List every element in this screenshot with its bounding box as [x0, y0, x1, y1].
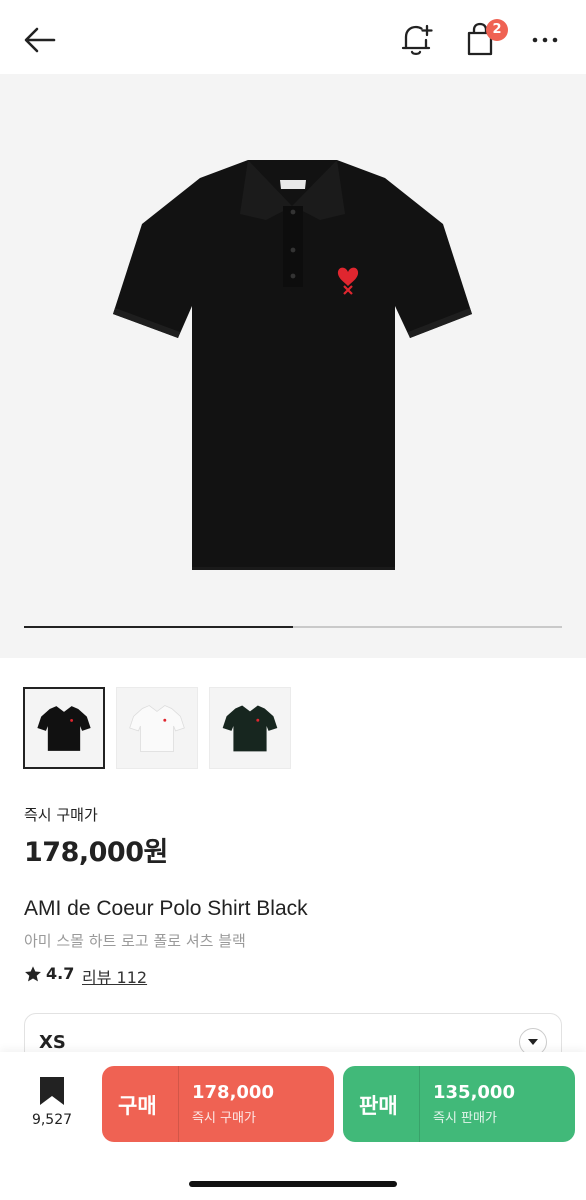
selected-size: XS [39, 1032, 66, 1053]
sell-sub-label: 즉시 판매가 [433, 1111, 497, 1126]
product-image-carousel[interactable] [0, 74, 586, 658]
more-button[interactable] [528, 24, 562, 56]
sell-button[interactable]: 판매 135,000 즉시 판매가 [343, 1066, 575, 1142]
product-name-korean: 아미 스몰 하트 로고 폴로 셔츠 블랙 [24, 932, 246, 950]
buy-divider [178, 1066, 179, 1142]
sell-divider [419, 1066, 420, 1142]
gallery-progress-fill [24, 626, 293, 628]
dark-green-polo-thumbnail[interactable] [209, 687, 291, 769]
star-icon [25, 965, 41, 981]
buy-amount: 178,000 [192, 1082, 274, 1103]
black-polo-shirt-image [113, 160, 472, 570]
rating-value: 4.7 [46, 964, 75, 983]
cart-count-badge: 2 [486, 19, 508, 41]
product-name: AMI de Coeur Polo Shirt Black [24, 897, 308, 920]
product-rating: 4.7 [24, 964, 74, 983]
price-label: 즉시 구매가 [24, 806, 98, 824]
polo-thumbnail-image [222, 705, 278, 752]
sell-amount: 135,000 [433, 1082, 515, 1103]
gallery-progress [24, 626, 562, 628]
bookmark-icon [40, 1077, 64, 1105]
back-button[interactable] [22, 22, 58, 58]
home-indicator [189, 1181, 397, 1187]
buy-sub-label: 즉시 구매가 [192, 1111, 256, 1126]
wishlist-button[interactable]: 9,527 [22, 1075, 82, 1135]
bell-plus-icon [401, 24, 433, 56]
product-price: 178,000원 [24, 837, 168, 868]
buy-label: 구매 [118, 1094, 157, 1118]
top-bar: 2 [0, 0, 586, 74]
more-horizontal-icon [532, 37, 558, 43]
polo-thumbnail-image [129, 705, 185, 752]
sell-label: 판매 [359, 1094, 398, 1118]
wishlist-count: 9,527 [31, 1112, 73, 1128]
white-polo-thumbnail[interactable] [116, 687, 198, 769]
black-polo-thumbnail[interactable] [23, 687, 105, 769]
polo-thumbnail-image [37, 706, 91, 751]
review-link[interactable]: 리뷰 112 [82, 964, 147, 988]
alert-button[interactable] [398, 20, 434, 58]
arrow-left-icon [24, 27, 56, 53]
buy-button[interactable]: 구매 178,000 즉시 구매가 [102, 1066, 334, 1142]
